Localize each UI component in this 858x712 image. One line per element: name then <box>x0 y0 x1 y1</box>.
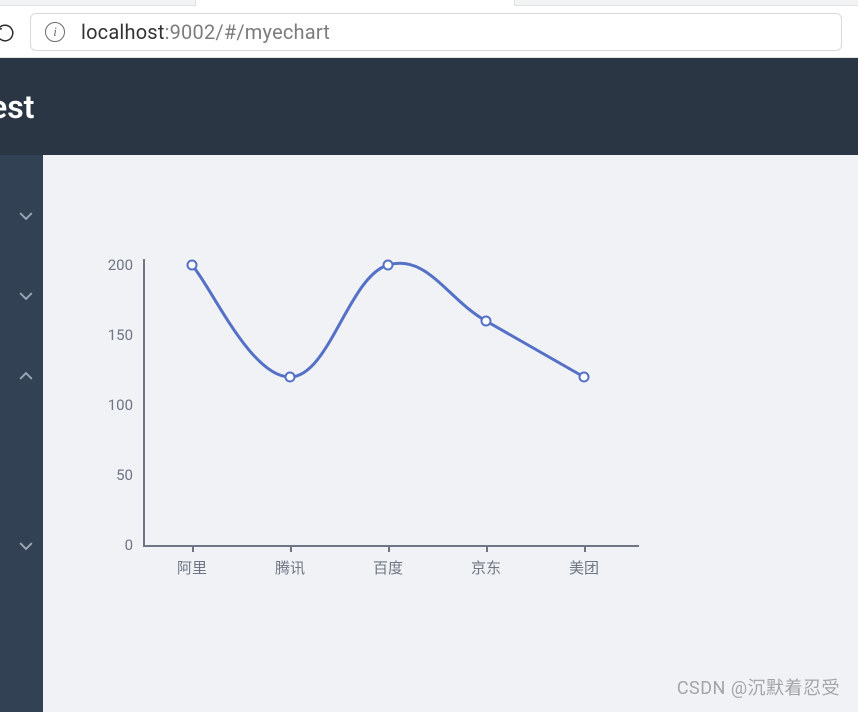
sidebar-item-2[interactable] <box>0 339 43 419</box>
chevron-up-icon <box>19 369 33 383</box>
refresh-icon[interactable] <box>0 22 16 44</box>
sidebar-item-3[interactable] <box>0 419 43 579</box>
line-chart: 050100150200阿里腾讯百度京东美团 <box>93 215 653 615</box>
main-area: 050100150200阿里腾讯百度京东美团 CSDN @沉默着忍受 <box>0 155 858 712</box>
chart-marker <box>286 373 295 382</box>
chevron-down-icon <box>19 539 33 553</box>
url-input[interactable]: i localhost:9002/#/myechart <box>30 13 842 51</box>
browser-active-tab[interactable] <box>195 0 515 6</box>
chart-marker <box>384 261 393 270</box>
sidebar <box>0 155 43 712</box>
browser-address-bar: i localhost:9002/#/myechart <box>0 6 858 58</box>
chevron-down-icon <box>19 209 33 223</box>
app-header: est <box>0 58 858 155</box>
watermark-text: CSDN @沉默着忍受 <box>677 674 840 700</box>
content-panel: 050100150200阿里腾讯百度京东美团 CSDN @沉默着忍受 <box>43 155 858 712</box>
sidebar-item-1[interactable] <box>0 259 43 339</box>
site-info-icon[interactable]: i <box>45 22 65 42</box>
chart-marker <box>580 373 589 382</box>
chart-svg <box>93 215 653 615</box>
page-title: est <box>0 88 34 126</box>
chart-line <box>192 263 584 377</box>
chart-marker <box>188 261 197 270</box>
chart-marker <box>482 317 491 326</box>
url-text: localhost:9002/#/myechart <box>81 20 330 44</box>
sidebar-item-0[interactable] <box>0 179 43 259</box>
chevron-down-icon <box>19 289 33 303</box>
